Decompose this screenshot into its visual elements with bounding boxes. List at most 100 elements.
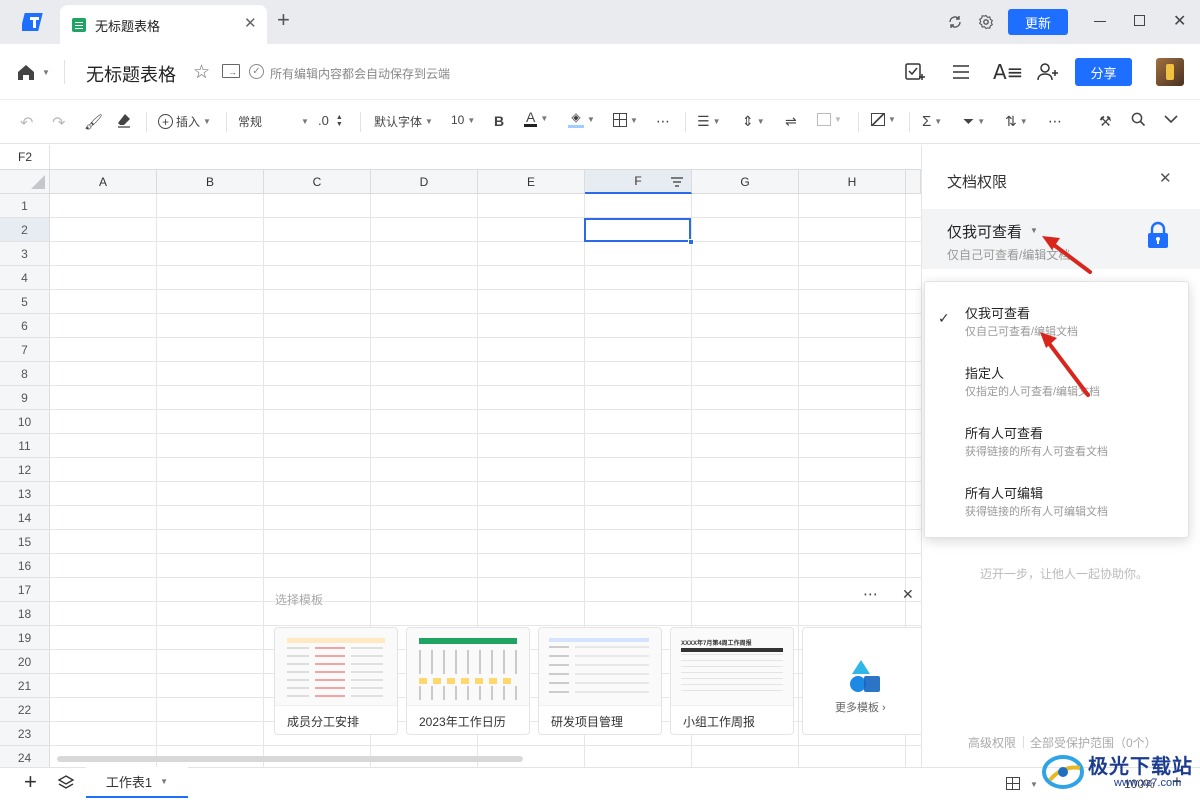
template-close-icon[interactable]: ✕ (902, 586, 914, 603)
row-header[interactable]: 23 (0, 722, 50, 746)
borders-button[interactable]: ▼ (613, 113, 638, 127)
row-header[interactable]: 7 (0, 338, 50, 362)
select-all-corner[interactable] (0, 170, 50, 194)
row-header[interactable]: 4 (0, 266, 50, 290)
close-window-icon[interactable]: ✕ (1173, 11, 1186, 31)
font-color-button[interactable]: A ▼ (524, 110, 548, 127)
favorite-star-icon[interactable]: ☆ (193, 61, 210, 84)
clear-format-icon[interactable] (116, 112, 132, 128)
row-header[interactable]: 22 (0, 698, 50, 722)
sum-button[interactable]: Σ ▼ (922, 113, 942, 130)
fill-handle[interactable] (688, 239, 694, 245)
row-header[interactable]: 18 (0, 602, 50, 626)
advanced-permissions-link[interactable]: 高级权限 (968, 734, 1016, 751)
search-icon[interactable] (1131, 112, 1146, 127)
template-card[interactable]: 研发项目管理 (538, 627, 662, 735)
selected-cell[interactable] (584, 218, 691, 242)
more-tools-icon[interactable]: ⋯ (1048, 113, 1062, 130)
row-header[interactable]: 1 (0, 194, 50, 218)
more-templates-card[interactable]: 更多模板 › (802, 627, 926, 735)
font-size-select[interactable]: 10 ▼ (451, 113, 475, 127)
column-header[interactable]: H (799, 170, 906, 194)
collapse-toolbar-icon[interactable] (1164, 114, 1178, 124)
update-button[interactable]: 更新 (1008, 9, 1068, 35)
font-family-select[interactable]: 默认字体 ▼ (374, 113, 433, 130)
add-sheet-icon[interactable]: + (24, 771, 37, 793)
minimize-icon[interactable] (1094, 21, 1106, 22)
maximize-icon[interactable] (1134, 15, 1145, 26)
formula-bar[interactable]: F2 (0, 145, 921, 170)
shapes-icon (848, 658, 882, 694)
row-header[interactable]: 9 (0, 386, 50, 410)
permission-option[interactable]: 所有人可查看 获得链接的所有人可查看文档 (925, 410, 1188, 466)
column-header[interactable]: G (692, 170, 799, 194)
toolbox-icon[interactable]: ⚒ (1099, 113, 1112, 130)
column-header[interactable]: E (478, 170, 585, 194)
home-dropdown-icon[interactable]: ▼ (42, 68, 50, 77)
filter-button[interactable]: ⏷ ▼ (963, 113, 985, 130)
refresh-icon[interactable] (946, 13, 964, 31)
horizontal-scrollbar[interactable] (57, 756, 523, 762)
panel-close-icon[interactable]: ✕ (1159, 169, 1172, 187)
row-header[interactable]: 10 (0, 410, 50, 434)
wrap-text-icon[interactable]: ⇌ (785, 113, 797, 130)
new-tab-icon[interactable]: + (277, 9, 290, 31)
user-avatar[interactable] (1156, 58, 1184, 86)
row-header[interactable]: 14 (0, 506, 50, 530)
vertical-align-button[interactable]: ⇕ ▼ (742, 113, 765, 130)
chevron-down-icon[interactable]: ▼ (1030, 780, 1038, 789)
row-header[interactable]: 13 (0, 482, 50, 506)
column-header[interactable]: C (264, 170, 371, 194)
template-card[interactable]: 成员分工安排 (274, 627, 398, 735)
column-filter-icon[interactable] (670, 175, 684, 189)
row-header[interactable]: 6 (0, 314, 50, 338)
text-format-icon[interactable]: A≡ (993, 60, 1023, 84)
undo-icon[interactable]: ↶ (20, 113, 33, 133)
insert-button[interactable]: + 插入 ▼ (158, 113, 211, 130)
row-header[interactable]: 20 (0, 650, 50, 674)
menu-icon[interactable] (951, 63, 971, 81)
add-collaborator-icon[interactable] (1037, 62, 1059, 82)
merge-cells-button[interactable]: ▼ (817, 113, 842, 126)
tab-close-icon[interactable]: ✕ (244, 14, 257, 32)
row-header[interactable]: 2 (0, 218, 50, 242)
permission-option[interactable]: 所有人可编辑 获得链接的所有人可编辑文档 (925, 470, 1188, 526)
settings-gear-icon[interactable] (977, 13, 995, 31)
format-painter-icon[interactable]: 🖌 (84, 113, 103, 131)
redo-icon[interactable]: ↷ (52, 113, 65, 133)
sort-button[interactable]: ⇅ ▼ (1005, 113, 1028, 130)
share-button[interactable]: 分享 (1075, 58, 1132, 86)
move-to-folder-icon[interactable]: → (222, 64, 240, 78)
row-header[interactable]: 17 (0, 578, 50, 602)
row-header[interactable]: 19 (0, 626, 50, 650)
align-button[interactable]: ☰ ▼ (697, 113, 720, 130)
review-checklist-icon[interactable] (904, 62, 926, 82)
fill-color-button[interactable]: ◈ ▼ (568, 111, 595, 128)
document-tab[interactable]: 无标题表格 ✕ (60, 5, 267, 44)
template-card[interactable]: 2023年工作日历 (406, 627, 530, 735)
column-header[interactable]: B (157, 170, 264, 194)
row-header[interactable]: 21 (0, 674, 50, 698)
more-options-icon[interactable]: ⋯ (656, 113, 670, 130)
row-header[interactable]: 11 (0, 434, 50, 458)
app-logo-icon[interactable] (22, 11, 46, 33)
bold-button[interactable]: B (494, 113, 504, 129)
row-header[interactable]: 15 (0, 530, 50, 554)
row-header[interactable]: 5 (0, 290, 50, 314)
row-header[interactable]: 16 (0, 554, 50, 578)
home-icon[interactable] (16, 62, 36, 82)
sheet-list-layers-icon[interactable] (57, 774, 75, 792)
view-mode-icon[interactable] (1006, 777, 1020, 790)
column-header[interactable]: A (50, 170, 157, 194)
row-header[interactable]: 12 (0, 458, 50, 482)
template-card[interactable]: XXXX年7月第4周工作周报 小组工作周报 (670, 627, 794, 735)
conditional-format-button[interactable]: ▼ (871, 113, 896, 126)
template-more-icon[interactable]: ⋯ (863, 585, 878, 603)
row-header[interactable]: 8 (0, 362, 50, 386)
row-header[interactable]: 3 (0, 242, 50, 266)
document-title[interactable]: 无标题表格 (86, 61, 176, 87)
decimal-places-stepper[interactable]: .0 ▲ ▼ (318, 113, 343, 128)
column-header[interactable]: D (371, 170, 478, 194)
sheet-tab[interactable]: 工作表1 ▼ (86, 767, 188, 798)
number-format-select[interactable]: 常规 ▼ (238, 113, 309, 130)
